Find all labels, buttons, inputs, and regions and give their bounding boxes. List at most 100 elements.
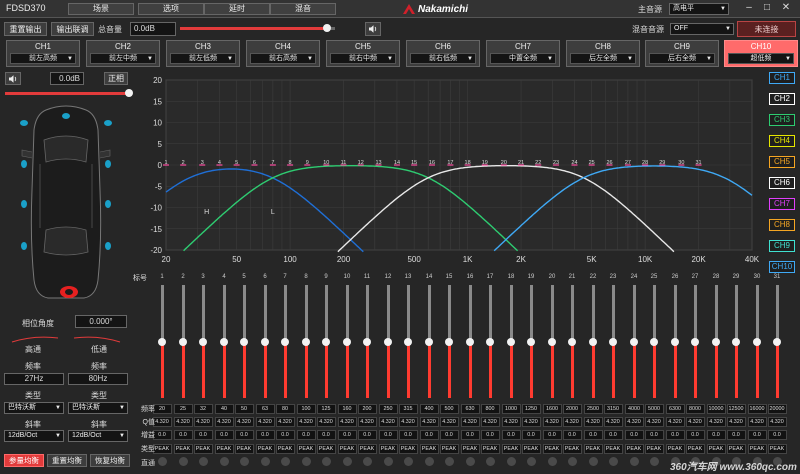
- channel-button-10[interactable]: CH10 超低频 ▼: [724, 40, 798, 67]
- band-bypass-toggle[interactable]: [260, 457, 270, 466]
- channel-button-7[interactable]: CH7 中置全频 ▼: [486, 40, 560, 67]
- minimize-icon[interactable]: –: [742, 1, 756, 16]
- band-gain-slider[interactable]: [691, 338, 699, 346]
- band-freq-input[interactable]: 8000: [685, 404, 705, 414]
- band-bypass-toggle[interactable]: [280, 457, 290, 466]
- legend-item-ch3[interactable]: CH3: [769, 114, 795, 126]
- channel-volume-value[interactable]: 0.0dB: [50, 72, 84, 85]
- band-q-input[interactable]: 4.320: [152, 417, 172, 427]
- band-gain-input[interactable]: 0.0: [460, 430, 480, 440]
- reset-output-button[interactable]: 重置输出: [4, 22, 47, 36]
- band-q-input[interactable]: 4.320: [685, 417, 705, 427]
- band-gain-input[interactable]: 0.0: [521, 430, 541, 440]
- band-type-select[interactable]: PEAK: [357, 444, 377, 454]
- band-type-select[interactable]: PEAK: [173, 444, 193, 454]
- band-bypass-toggle[interactable]: [383, 457, 393, 466]
- band-freq-input[interactable]: 1600: [542, 404, 562, 414]
- band-bypass-toggle[interactable]: [629, 457, 639, 466]
- band-q-input[interactable]: 4.320: [419, 417, 439, 427]
- band-gain-slider[interactable]: [158, 338, 166, 346]
- band-gain-input[interactable]: 0.0: [480, 430, 500, 440]
- band-q-input[interactable]: 4.320: [542, 417, 562, 427]
- band-gain-input[interactable]: 0.0: [726, 430, 746, 440]
- legend-item-ch7[interactable]: CH7: [769, 198, 795, 210]
- band-type-select[interactable]: PEAK: [275, 444, 295, 454]
- band-bypass-toggle[interactable]: [157, 457, 167, 466]
- band-type-select[interactable]: PEAK: [255, 444, 275, 454]
- band-gain-input[interactable]: 0.0: [501, 430, 521, 440]
- legend-item-ch2[interactable]: CH2: [769, 93, 795, 105]
- band-gain-slider[interactable]: [363, 338, 371, 346]
- band-gain-slider[interactable]: [486, 338, 494, 346]
- band-freq-input[interactable]: 315: [398, 404, 418, 414]
- band-bypass-toggle[interactable]: [506, 457, 516, 466]
- band-gain-slider[interactable]: [671, 338, 679, 346]
- band-q-input[interactable]: 4.320: [767, 417, 787, 427]
- band-type-select[interactable]: PEAK: [726, 444, 746, 454]
- master-volume-value[interactable]: 0.0dB: [130, 22, 176, 36]
- tab-mix[interactable]: 混音: [270, 3, 336, 15]
- band-type-select[interactable]: PEAK: [214, 444, 234, 454]
- band-gain-slider[interactable]: [773, 338, 781, 346]
- band-freq-input[interactable]: 250: [378, 404, 398, 414]
- band-gain-input[interactable]: 0.0: [747, 430, 767, 440]
- band-gain-slider[interactable]: [343, 338, 351, 346]
- channel-button-3[interactable]: CH3 前左低频 ▼: [166, 40, 240, 67]
- high-pass-freq-input[interactable]: 27Hz: [4, 373, 64, 385]
- band-type-select[interactable]: PEAK: [685, 444, 705, 454]
- band-gain-input[interactable]: 0.0: [439, 430, 459, 440]
- band-q-input[interactable]: 4.320: [726, 417, 746, 427]
- band-type-select[interactable]: PEAK: [501, 444, 521, 454]
- band-gain-input[interactable]: 0.0: [152, 430, 172, 440]
- band-gain-input[interactable]: 0.0: [665, 430, 685, 440]
- channel-button-9[interactable]: CH9 后右全频 ▼: [645, 40, 719, 67]
- channel-assign-select[interactable]: 前右低频 ▼: [410, 53, 476, 64]
- band-gain-slider[interactable]: [732, 338, 740, 346]
- band-gain-input[interactable]: 0.0: [562, 430, 582, 440]
- band-q-input[interactable]: 4.320: [337, 417, 357, 427]
- channel-assign-select[interactable]: 超低频 ▼: [728, 53, 794, 64]
- band-type-select[interactable]: PEAK: [398, 444, 418, 454]
- band-q-input[interactable]: 4.320: [603, 417, 623, 427]
- channel-button-6[interactable]: CH6 前右低频 ▼: [406, 40, 480, 67]
- band-bypass-toggle[interactable]: [239, 457, 249, 466]
- band-type-select[interactable]: PEAK: [337, 444, 357, 454]
- band-freq-input[interactable]: 10000: [706, 404, 726, 414]
- mute-button[interactable]: [365, 22, 381, 36]
- band-gain-slider[interactable]: [281, 338, 289, 346]
- band-type-select[interactable]: PEAK: [234, 444, 254, 454]
- band-freq-input[interactable]: 5000: [644, 404, 664, 414]
- band-q-input[interactable]: 4.320: [480, 417, 500, 427]
- band-gain-slider[interactable]: [712, 338, 720, 346]
- channel-volume-slider[interactable]: [5, 89, 133, 97]
- channel-button-2[interactable]: CH2 前左中频 ▼: [86, 40, 160, 67]
- band-q-input[interactable]: 4.320: [296, 417, 316, 427]
- band-freq-input[interactable]: 400: [419, 404, 439, 414]
- high-pass-type-select[interactable]: 巴特沃斯 ▼: [4, 402, 64, 414]
- band-freq-input[interactable]: 160: [337, 404, 357, 414]
- channel-button-4[interactable]: CH4 前右高频 ▼: [246, 40, 320, 67]
- band-freq-input[interactable]: 2000: [562, 404, 582, 414]
- mix-source-select[interactable]: OFF ▼: [670, 23, 734, 35]
- band-gain-slider[interactable]: [199, 338, 207, 346]
- band-gain-input[interactable]: 0.0: [706, 430, 726, 440]
- channel-assign-select[interactable]: 中置全频 ▼: [490, 53, 556, 64]
- band-q-input[interactable]: 4.320: [439, 417, 459, 427]
- legend-item-ch8[interactable]: CH8: [769, 219, 795, 231]
- band-type-select[interactable]: PEAK: [706, 444, 726, 454]
- band-q-input[interactable]: 4.320: [378, 417, 398, 427]
- band-gain-slider[interactable]: [425, 338, 433, 346]
- band-bypass-toggle[interactable]: [485, 457, 495, 466]
- channel-assign-select[interactable]: 前左中频 ▼: [90, 53, 156, 64]
- channel-button-1[interactable]: CH1 前左高频 ▼: [6, 40, 80, 67]
- band-freq-input[interactable]: 25: [173, 404, 193, 414]
- band-gain-slider[interactable]: [179, 338, 187, 346]
- band-gain-input[interactable]: 0.0: [316, 430, 336, 440]
- maximize-icon[interactable]: □: [760, 1, 774, 16]
- band-freq-input[interactable]: 12500: [726, 404, 746, 414]
- band-bypass-toggle[interactable]: [526, 457, 536, 466]
- channel-assign-select[interactable]: 前左低频 ▼: [170, 53, 236, 64]
- band-bypass-toggle[interactable]: [403, 457, 413, 466]
- band-freq-input[interactable]: 20000: [767, 404, 787, 414]
- band-q-input[interactable]: 4.320: [173, 417, 193, 427]
